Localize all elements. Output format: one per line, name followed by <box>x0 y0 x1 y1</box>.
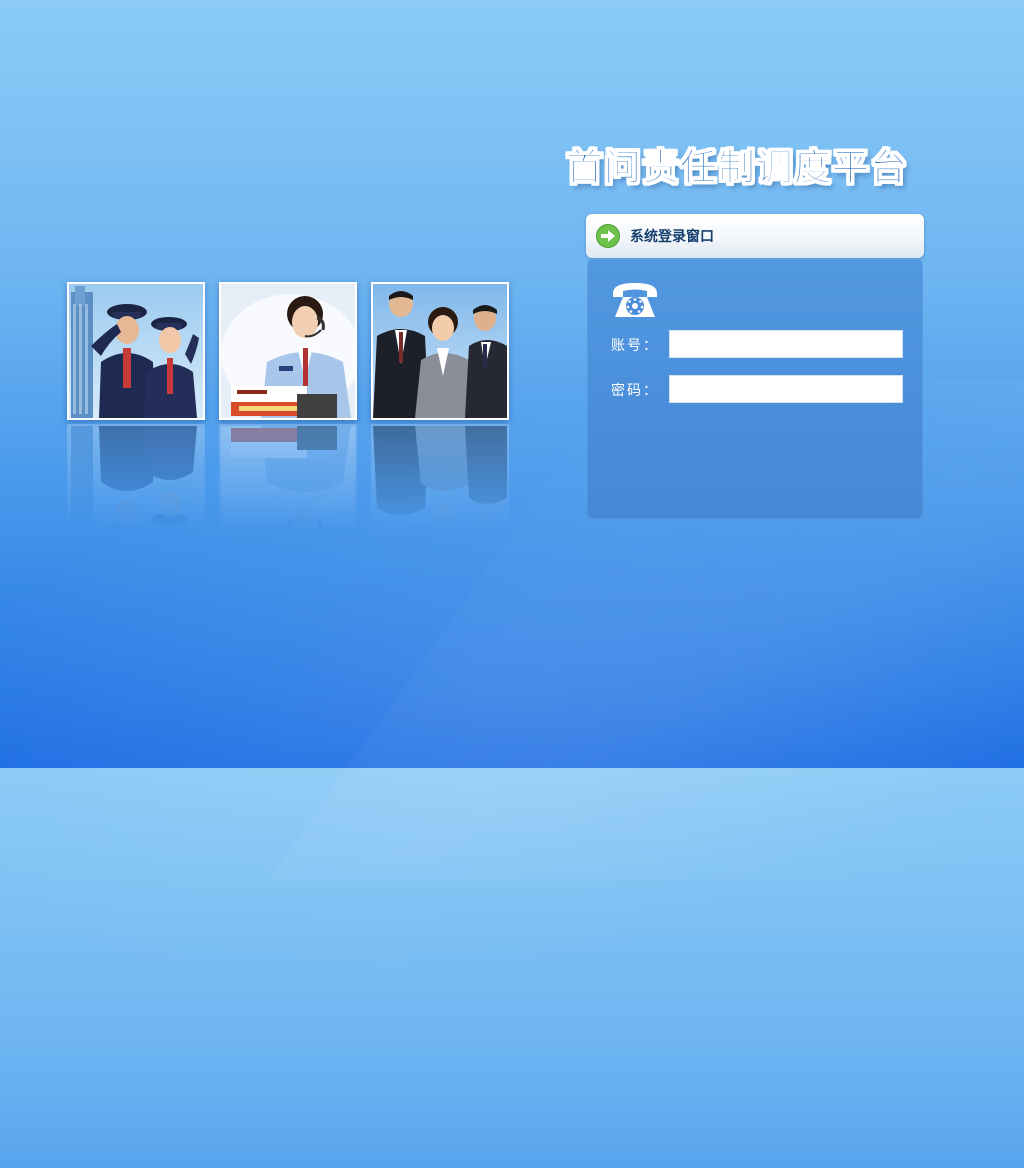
password-label: 密码： <box>611 383 659 399</box>
photo-business-team <box>371 282 509 420</box>
account-input[interactable] <box>669 330 903 358</box>
telephone-icon <box>609 279 661 321</box>
login-panel: 账号： 密码： <box>587 259 923 519</box>
password-input[interactable] <box>669 375 903 403</box>
login-window-header: 系统登录窗口 <box>586 214 924 258</box>
account-label: 账号： <box>611 338 659 354</box>
photo-uniformed-staff <box>67 282 205 420</box>
photo-reflection <box>67 424 205 530</box>
arrow-right-icon <box>596 224 620 248</box>
photo-reflection <box>219 424 357 530</box>
photo-service-operator <box>219 282 357 420</box>
photo-reflection <box>371 424 509 530</box>
login-window-title: 系统登录窗口 <box>630 229 714 245</box>
page-title: 首问责任制调度平台 <box>566 146 908 190</box>
